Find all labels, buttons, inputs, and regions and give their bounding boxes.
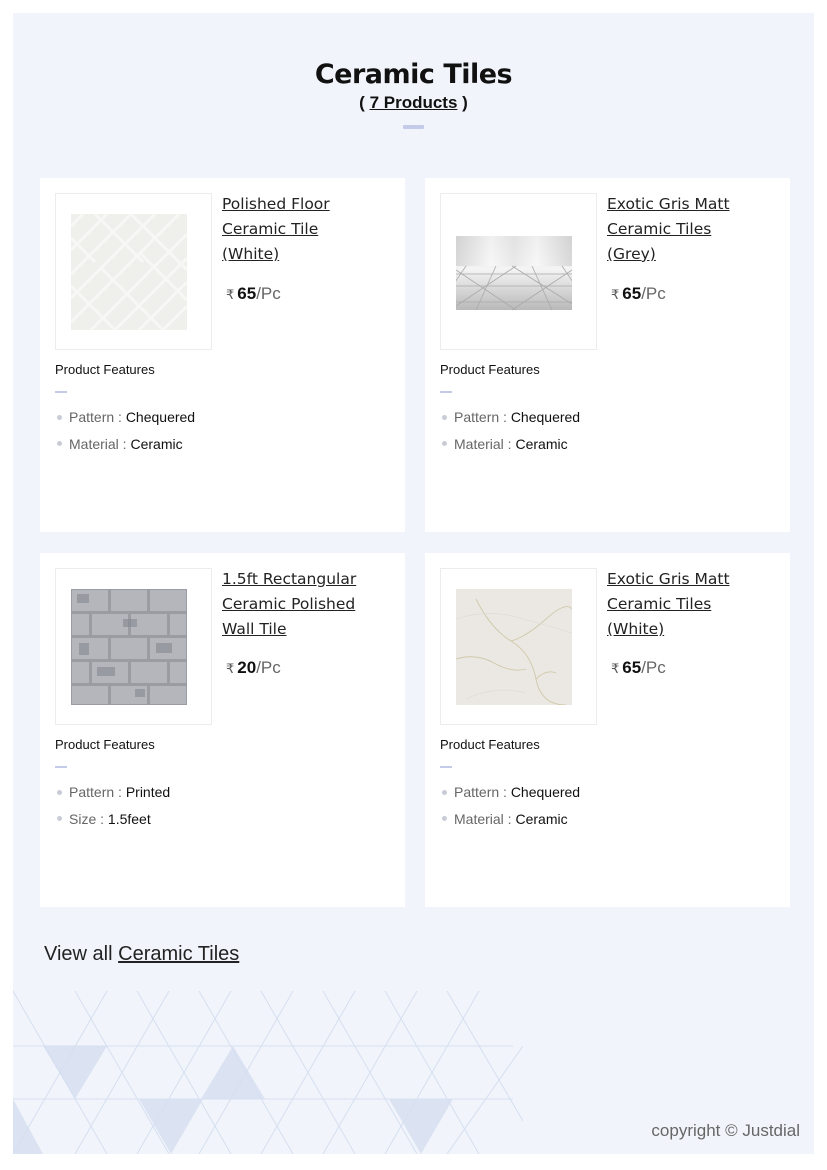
price-unit: /Pc bbox=[256, 284, 281, 303]
rupee-icon: ₹ bbox=[226, 661, 235, 676]
feature-value: Chequered bbox=[125, 409, 196, 425]
product-price: ₹65/Pc bbox=[611, 284, 666, 304]
page-title: Ceramic Tiles bbox=[314, 59, 513, 90]
feature-key: Material : bbox=[454, 810, 516, 827]
features-divider bbox=[55, 766, 67, 768]
rupee-icon: ₹ bbox=[611, 661, 620, 676]
bullet-icon bbox=[442, 441, 447, 447]
view-all-link[interactable]: Ceramic Tiles bbox=[118, 943, 239, 965]
features-title: Product Features bbox=[440, 737, 540, 752]
feature-value: Chequered bbox=[510, 784, 581, 800]
price-unit: /Pc bbox=[641, 658, 666, 677]
page: Ceramic Tiles ( 7 Products ) Polished Fl… bbox=[13, 13, 814, 1154]
rupee-icon: ₹ bbox=[611, 287, 620, 302]
product-card[interactable]: 1.5ft Rectangular Ceramic Polished Wall … bbox=[40, 553, 405, 907]
bullet-icon bbox=[57, 816, 62, 822]
feature-item: Pattern : Chequered bbox=[55, 404, 195, 431]
features-list: Pattern : Chequered Material : Ceramic bbox=[440, 779, 580, 832]
feature-key: Material : bbox=[69, 435, 131, 452]
view-all: View all Ceramic Tiles bbox=[44, 943, 239, 966]
product-name-link[interactable]: 1.5ft Rectangular Ceramic Polished Wall … bbox=[222, 567, 372, 642]
feature-value: Chequered bbox=[510, 409, 581, 425]
product-card[interactable]: Polished Floor Ceramic Tile (White) ₹65/… bbox=[40, 178, 405, 532]
bullet-icon bbox=[57, 789, 62, 795]
product-price: ₹65/Pc bbox=[226, 284, 281, 304]
features-list: Pattern : Chequered Material : Ceramic bbox=[440, 404, 580, 457]
features-list: Pattern : Printed Size : 1.5feet bbox=[55, 779, 170, 832]
price-value: 65 bbox=[622, 658, 642, 677]
feature-key: Pattern : bbox=[69, 784, 126, 800]
bullet-icon bbox=[442, 816, 447, 822]
feature-item: Pattern : Printed bbox=[55, 779, 170, 806]
product-name-link[interactable]: Polished Floor Ceramic Tile (White) bbox=[222, 192, 372, 267]
product-name-link[interactable]: Exotic Gris Matt Ceramic Tiles (White) bbox=[607, 567, 757, 642]
count-open: ( bbox=[359, 93, 370, 112]
feature-key: Pattern : bbox=[69, 409, 126, 425]
product-card[interactable]: Exotic Gris Matt Ceramic Tiles (White) ₹… bbox=[425, 553, 790, 907]
features-title: Product Features bbox=[55, 362, 155, 377]
features-divider bbox=[55, 391, 67, 393]
bullet-icon bbox=[57, 414, 62, 420]
title-divider bbox=[403, 125, 424, 129]
price-unit: /Pc bbox=[641, 284, 666, 303]
features-title: Product Features bbox=[55, 737, 155, 752]
features-divider bbox=[440, 766, 452, 768]
features-divider bbox=[440, 391, 452, 393]
price-value: 65 bbox=[237, 284, 257, 303]
feature-item: Material : Ceramic bbox=[55, 431, 195, 458]
triangle-pattern-decoration bbox=[13, 991, 523, 1154]
feature-value: Printed bbox=[125, 784, 171, 800]
price-unit: /Pc bbox=[256, 658, 281, 677]
product-thumbnail[interactable] bbox=[55, 568, 212, 725]
feature-value: Ceramic bbox=[515, 810, 568, 827]
bullet-icon bbox=[57, 441, 62, 447]
feature-item: Pattern : Chequered bbox=[440, 404, 580, 431]
product-price: ₹65/Pc bbox=[611, 658, 666, 678]
view-all-prefix: View all bbox=[44, 943, 119, 965]
bullet-icon bbox=[442, 789, 447, 795]
product-thumbnail[interactable] bbox=[440, 193, 597, 350]
product-card[interactable]: Exotic Gris Matt Ceramic Tiles (Grey) ₹6… bbox=[425, 178, 790, 532]
product-count: ( 7 Products ) bbox=[13, 91, 814, 115]
feature-value: 1.5feet bbox=[107, 810, 151, 827]
grey-floor-image bbox=[456, 236, 572, 311]
copyright-text: copyright © Justdial bbox=[651, 1121, 800, 1140]
marble-tile-image bbox=[456, 589, 572, 705]
feature-key: Pattern : bbox=[454, 409, 511, 425]
bullet-icon bbox=[442, 414, 447, 420]
rupee-icon: ₹ bbox=[226, 287, 235, 302]
price-value: 20 bbox=[237, 658, 257, 677]
header: Ceramic Tiles ( 7 Products ) bbox=[13, 59, 814, 129]
white-tile-image bbox=[71, 214, 187, 330]
product-thumbnail[interactable] bbox=[55, 193, 212, 350]
product-price: ₹20/Pc bbox=[226, 658, 281, 678]
feature-value: Ceramic bbox=[515, 435, 568, 452]
feature-item: Material : Ceramic bbox=[440, 431, 580, 458]
feature-key: Size : bbox=[69, 810, 108, 827]
price-value: 65 bbox=[622, 284, 642, 303]
feature-key: Material : bbox=[454, 435, 516, 452]
brick-tile-image bbox=[71, 589, 187, 705]
product-count-link[interactable]: 7 Products bbox=[370, 93, 458, 112]
product-name-link[interactable]: Exotic Gris Matt Ceramic Tiles (Grey) bbox=[607, 192, 757, 267]
feature-item: Size : 1.5feet bbox=[55, 806, 170, 833]
feature-value: Ceramic bbox=[130, 435, 183, 452]
features-title: Product Features bbox=[440, 362, 540, 377]
count-close: ) bbox=[457, 93, 468, 112]
feature-key: Pattern : bbox=[454, 784, 511, 800]
product-thumbnail[interactable] bbox=[440, 568, 597, 725]
features-list: Pattern : Chequered Material : Ceramic bbox=[55, 404, 195, 457]
feature-item: Pattern : Chequered bbox=[440, 779, 580, 806]
feature-item: Material : Ceramic bbox=[440, 806, 580, 833]
